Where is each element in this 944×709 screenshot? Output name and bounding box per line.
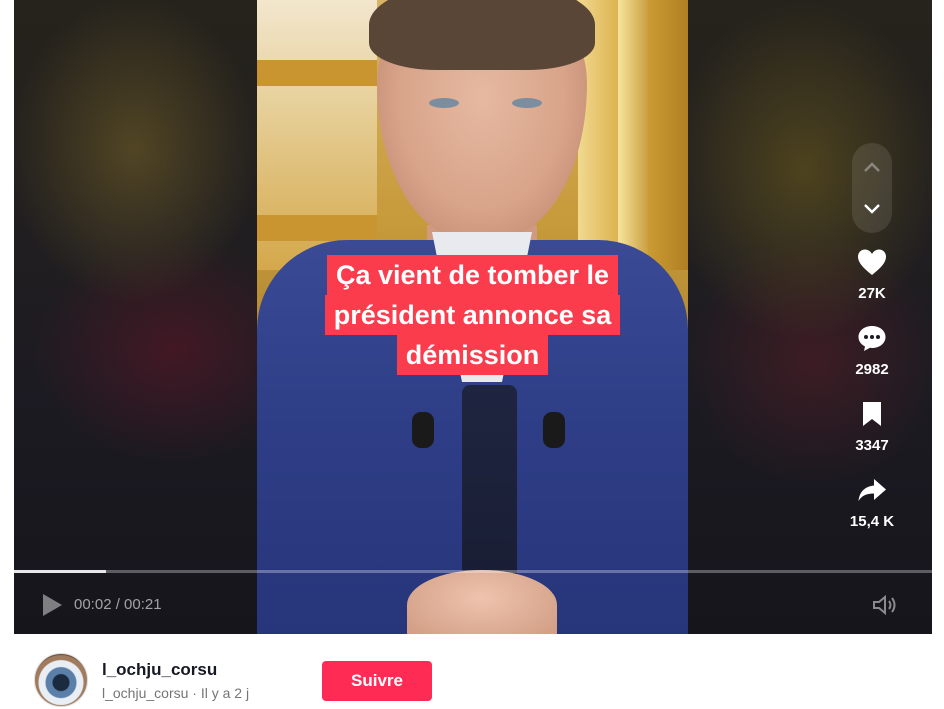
like-button[interactable]: 27K bbox=[836, 245, 908, 302]
comment-count: 2982 bbox=[855, 361, 889, 378]
video-player[interactable]: Ça vient de tomber le président annonce … bbox=[14, 0, 932, 634]
play-icon bbox=[43, 594, 62, 616]
save-count: 3347 bbox=[855, 437, 889, 454]
wall-panel bbox=[257, 0, 377, 270]
comment-bubble-icon bbox=[858, 326, 886, 351]
lapel-mic bbox=[543, 412, 565, 448]
author-handle[interactable]: l_ochju_corsu bbox=[102, 685, 188, 701]
author-username[interactable]: l_ochju_corsu bbox=[102, 660, 217, 680]
avatar[interactable] bbox=[34, 653, 88, 707]
previous-video-button[interactable] bbox=[852, 147, 892, 187]
hands bbox=[407, 570, 557, 634]
play-button[interactable] bbox=[40, 592, 64, 618]
author-bar: l_ochju_corsu l_ochju_corsu · Il y a 2 j… bbox=[14, 634, 932, 709]
caption-line: Ça vient de tomber le bbox=[326, 255, 619, 295]
chevron-up-icon bbox=[864, 162, 880, 172]
like-count: 27K bbox=[858, 285, 886, 302]
share-button[interactable]: 15,4 K bbox=[836, 473, 908, 530]
next-video-button[interactable] bbox=[852, 189, 892, 229]
lapel-mic bbox=[412, 412, 434, 448]
chevron-down-icon bbox=[864, 204, 880, 214]
progress-bar[interactable] bbox=[14, 570, 932, 573]
caption-line: président annonce sa bbox=[324, 295, 621, 335]
time-display: 00:02 / 00:21 bbox=[74, 596, 162, 613]
separator: · bbox=[192, 685, 197, 701]
volume-icon bbox=[873, 594, 896, 616]
caption-line: démission bbox=[396, 335, 549, 375]
save-button[interactable]: 3347 bbox=[836, 397, 908, 454]
bookmark-icon bbox=[863, 402, 881, 426]
share-arrow-icon bbox=[858, 479, 886, 501]
heart-icon bbox=[858, 249, 886, 275]
author-subline: l_ochju_corsu · Il y a 2 j bbox=[102, 685, 249, 701]
video-caption: Ça vient de tomber le président annonce … bbox=[257, 255, 688, 375]
share-count: 15,4 K bbox=[849, 513, 895, 530]
video-frame[interactable]: Ça vient de tomber le président annonce … bbox=[257, 0, 688, 634]
video-navigation bbox=[852, 143, 892, 233]
comment-button[interactable]: 2982 bbox=[836, 321, 908, 378]
follow-button[interactable]: Suivre bbox=[322, 661, 432, 701]
post-date: Il y a 2 j bbox=[200, 685, 250, 701]
volume-button[interactable] bbox=[870, 592, 900, 618]
progress-fill bbox=[14, 570, 106, 573]
